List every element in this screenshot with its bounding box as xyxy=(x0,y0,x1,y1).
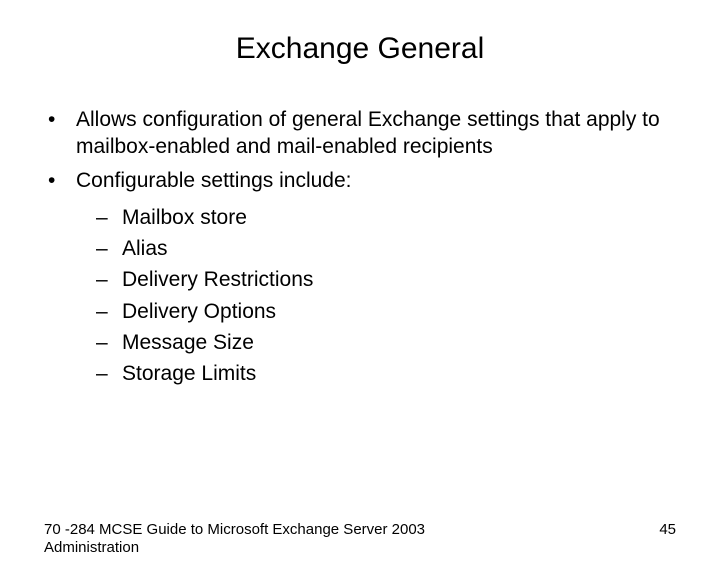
sub-bullet-item: Storage Limits xyxy=(94,360,676,387)
sub-bullet-text: Delivery Restrictions xyxy=(122,268,313,291)
sub-bullet-text: Mailbox store xyxy=(122,206,247,229)
sub-bullet-item: Mailbox store xyxy=(94,204,676,231)
sub-bullet-item: Delivery Options xyxy=(94,298,676,325)
bullet-list: Allows configuration of general Exchange… xyxy=(44,106,676,388)
sub-bullet-text: Alias xyxy=(122,237,168,260)
bullet-text: Allows configuration of general Exchange… xyxy=(76,108,660,158)
sub-bullet-item: Delivery Restrictions xyxy=(94,266,676,293)
slide-body: Allows configuration of general Exchange… xyxy=(0,106,720,388)
bullet-item: Configurable settings include: Mailbox s… xyxy=(44,167,676,388)
bullet-text: Configurable settings include: xyxy=(76,169,352,192)
slide-number: 45 xyxy=(659,521,676,538)
sub-bullet-text: Delivery Options xyxy=(122,300,276,323)
sub-bullet-list: Mailbox store Alias Delivery Restriction… xyxy=(94,204,676,388)
footer-text: 70 -284 MCSE Guide to Microsoft Exchange… xyxy=(44,521,464,559)
sub-bullet-item: Message Size xyxy=(94,329,676,356)
sub-bullet-item: Alias xyxy=(94,235,676,262)
slide: Exchange General Allows configuration of… xyxy=(0,32,720,572)
slide-footer: 70 -284 MCSE Guide to Microsoft Exchange… xyxy=(44,521,676,559)
bullet-item: Allows configuration of general Exchange… xyxy=(44,106,676,161)
sub-bullet-text: Message Size xyxy=(122,331,254,354)
sub-bullet-text: Storage Limits xyxy=(122,362,256,385)
slide-title: Exchange General xyxy=(0,32,720,66)
